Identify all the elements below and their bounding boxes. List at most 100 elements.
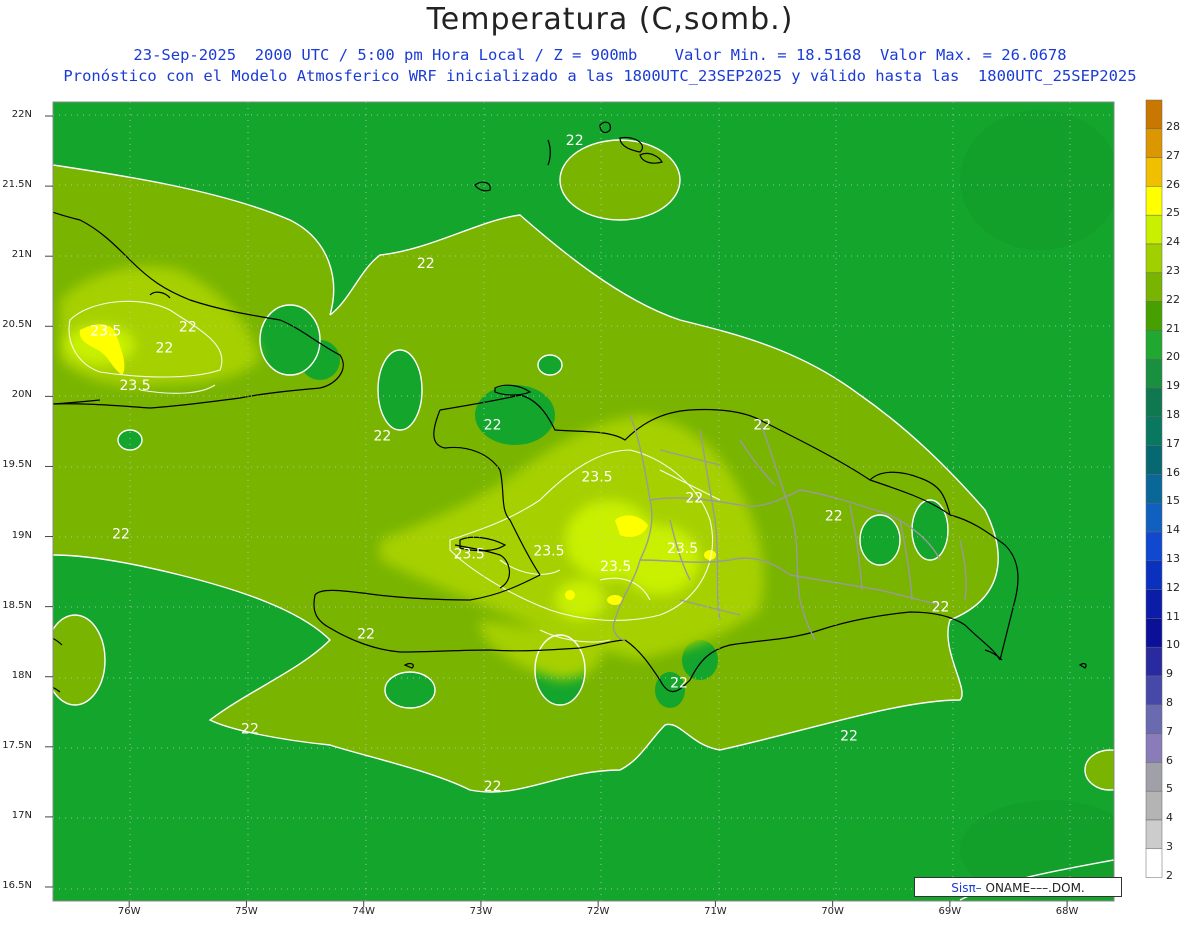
lat-tick-label: 17N xyxy=(11,809,32,821)
colorbar-tick-label: 14 xyxy=(1166,523,1180,537)
colorbar-swatch xyxy=(1145,502,1163,533)
lon-tick-label: 76W xyxy=(117,906,141,917)
lon-tick-label: 70W xyxy=(821,906,844,917)
colorbar-tick-label: 2 xyxy=(1166,868,1173,882)
colorbar-tick-label: 21 xyxy=(1166,321,1180,335)
colorbar-swatch xyxy=(1145,646,1163,677)
contour-label: 22 xyxy=(357,626,375,642)
colorbar-tick-label: 27 xyxy=(1166,148,1180,162)
lon-tick-label: 71W xyxy=(704,906,727,917)
colorbar-tick-label: 25 xyxy=(1166,206,1180,220)
colorbar-swatch xyxy=(1145,157,1163,187)
colorbar-swatch xyxy=(1145,272,1163,302)
contour-label: 22 xyxy=(374,429,392,445)
contour-label: 22 xyxy=(241,722,259,738)
contour-label: 22 xyxy=(155,340,173,356)
colorbar-tick-label: 24 xyxy=(1166,235,1180,249)
lat-tick-label: 19.5N xyxy=(2,459,32,471)
lon-tick-label: 75W xyxy=(235,906,258,917)
contour-label: 22 xyxy=(112,527,130,543)
colorbar-swatch xyxy=(1145,675,1163,706)
colorbar-tick-label: 13 xyxy=(1166,552,1180,565)
colorbar-tick-label: 12 xyxy=(1166,580,1180,594)
contour-label: 22 xyxy=(840,729,858,745)
contour-label: 22 xyxy=(670,675,688,691)
contour-label: 23.5 xyxy=(581,469,612,485)
lon-tick-label: 72W xyxy=(586,906,610,917)
colorbar-tick-label: 17 xyxy=(1166,436,1180,450)
colorbar-tick-label: 6 xyxy=(1166,753,1173,767)
contour-label: 22 xyxy=(685,490,703,506)
lat-tick-label: 17.5N xyxy=(2,739,32,751)
lat-tick-label: 18N xyxy=(11,669,32,681)
colorbar-swatch xyxy=(1145,358,1163,389)
contour-label: 22 xyxy=(753,417,771,433)
colorbar-swatch xyxy=(1145,589,1163,619)
colorbar-swatch xyxy=(1145,560,1163,590)
colorbar-swatch xyxy=(1145,243,1163,274)
contour-label: 23.5 xyxy=(454,546,485,562)
colorbar-swatch xyxy=(1145,186,1163,216)
lon-tick-label: 68W xyxy=(1055,906,1079,917)
colorbar-tick-label: 8 xyxy=(1166,696,1173,709)
colorbar-swatch xyxy=(1145,330,1163,360)
lat-tick-label: 16.5N xyxy=(2,879,32,891)
colorbar-tick-label: 26 xyxy=(1166,177,1180,191)
colorbar-swatch xyxy=(1145,301,1163,331)
colorbar-swatch xyxy=(1145,214,1163,245)
lat-tick-label: 20N xyxy=(11,389,32,401)
lat-tick-label: 22N xyxy=(11,109,32,121)
colorbar-tick-label: 18 xyxy=(1166,408,1180,421)
lat-tick-label: 19N xyxy=(11,529,32,541)
contour-label: 22 xyxy=(179,319,197,335)
colorbar-tick-label: 5 xyxy=(1166,782,1173,796)
colorbar-tick-label: 15 xyxy=(1166,494,1180,508)
contour-label: 22 xyxy=(484,779,502,795)
colorbar-tick-label: 20 xyxy=(1166,350,1180,364)
colorbar-tick-label: 4 xyxy=(1166,811,1173,825)
colorbar-tick-label: 19 xyxy=(1166,379,1180,393)
colorbar-swatch xyxy=(1145,474,1163,504)
colorbar-tick-label: 23 xyxy=(1166,264,1180,277)
colorbar-tick-label: 16 xyxy=(1166,465,1180,479)
contour-label: 22 xyxy=(932,600,950,616)
credit-suffix: ONAME–––.DOM. xyxy=(981,881,1085,895)
colorbar-swatch xyxy=(1145,790,1163,821)
colorbar-swatch xyxy=(1145,445,1163,475)
lat-tick-label: 21.5N xyxy=(2,179,32,191)
lon-tick-label: 73W xyxy=(469,906,493,917)
colorbar-tick-label: 3 xyxy=(1166,840,1173,853)
colorbar-tick-label: 10 xyxy=(1166,638,1180,652)
colorbar-swatch xyxy=(1145,819,1163,850)
plot-area: 22 22 22 22 23.5 23.5 22 22 22 23.5 22 22 22 23.5 23.5… xyxy=(53,102,1114,901)
colorbar-tick-label: 7 xyxy=(1166,724,1173,738)
contour-label: 22 xyxy=(484,417,502,433)
lat-tick-label: 20.5N xyxy=(2,319,32,331)
colorbar-swatch xyxy=(1145,387,1163,418)
colorbar xyxy=(1145,99,1163,878)
contour-label: 23.5 xyxy=(600,559,631,575)
colorbar-tick-label: 11 xyxy=(1166,609,1180,623)
colorbar-swatch xyxy=(1145,531,1163,562)
lon-tick-label: 69W xyxy=(938,906,962,917)
colorbar-swatch xyxy=(1145,618,1163,648)
contour-label: 23.5 xyxy=(119,378,150,394)
contour-label: 23.5 xyxy=(90,323,121,339)
colorbar-swatch xyxy=(1145,848,1163,878)
credit-prefix: Sisπ– xyxy=(951,881,982,895)
colorbar-swatch xyxy=(1145,733,1163,763)
lat-tick-label: 18.5N xyxy=(2,599,32,611)
lon-tick-label: 74W xyxy=(352,906,375,917)
lat-tick-label: 21N xyxy=(11,249,32,261)
colorbar-tick-label: 22 xyxy=(1166,292,1180,306)
colorbar-swatch xyxy=(1145,99,1163,130)
colorbar-tick-label: 9 xyxy=(1166,667,1173,681)
colorbar-swatch xyxy=(1145,762,1163,792)
credit-box: Sisπ– ONAME–––.DOM. xyxy=(914,877,1122,897)
colorbar-swatch xyxy=(1145,704,1163,734)
contour-label: 22 xyxy=(566,133,584,149)
colorbar-swatch xyxy=(1145,128,1163,158)
colorbar-swatch xyxy=(1145,416,1163,446)
contour-label: 23.5 xyxy=(667,541,698,557)
contour-label: 22 xyxy=(417,256,435,272)
